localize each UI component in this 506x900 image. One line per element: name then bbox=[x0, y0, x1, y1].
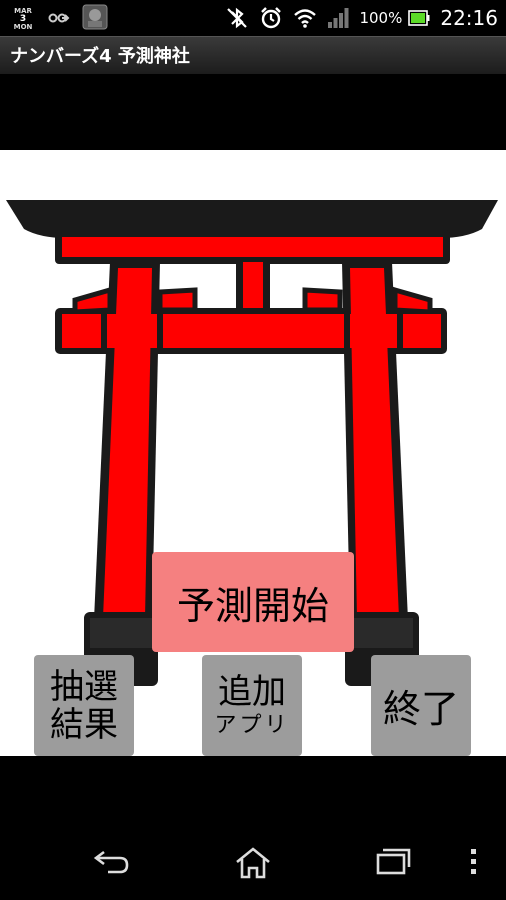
menu-icon[interactable] bbox=[468, 846, 478, 876]
alarm-icon bbox=[259, 6, 283, 30]
start-prediction-button[interactable]: 予測開始 bbox=[152, 552, 354, 652]
phone-screen: MAR 3 MON 100% 22:16 ナンバーズ4 予測神社 予測開始 抽選… bbox=[0, 0, 506, 900]
calendar-weekday: MON bbox=[13, 23, 33, 31]
app-notification-icon bbox=[82, 4, 108, 34]
navigation-bar bbox=[0, 756, 506, 900]
back-icon[interactable] bbox=[92, 846, 132, 876]
battery-percent: 100% bbox=[359, 9, 403, 27]
more-apps-label-line2: アプリ bbox=[214, 712, 290, 738]
battery-icon bbox=[408, 10, 430, 26]
recent-apps-icon[interactable] bbox=[374, 846, 412, 876]
more-apps-button[interactable]: 追加 アプリ bbox=[202, 655, 302, 756]
exit-label: 終了 bbox=[382, 687, 459, 731]
lottery-results-label-line1: 抽選 bbox=[50, 666, 118, 707]
start-prediction-label: 予測開始 bbox=[176, 583, 329, 628]
wifi-icon bbox=[293, 7, 317, 29]
exit-button[interactable]: 終了 bbox=[371, 655, 471, 756]
status-left: MAR 3 MON bbox=[10, 4, 108, 34]
lottery-results-label-line2: 結果 bbox=[50, 704, 118, 745]
status-right: 100% 22:16 bbox=[225, 3, 498, 33]
app-title: ナンバーズ4 予測神社 bbox=[10, 46, 190, 67]
app-title-bar: ナンバーズ4 予測神社 bbox=[0, 36, 506, 74]
clock: 22:16 bbox=[440, 6, 498, 30]
more-apps-label-line1: 追加 bbox=[218, 671, 286, 712]
calendar-icon: MAR 3 MON bbox=[10, 5, 36, 33]
lottery-results-button[interactable]: 抽選 結果 bbox=[34, 655, 134, 756]
status-bar: MAR 3 MON 100% 22:16 bbox=[0, 0, 506, 36]
home-icon[interactable] bbox=[234, 846, 272, 880]
bluetooth-off-icon bbox=[225, 6, 249, 30]
voicemail-icon bbox=[48, 10, 70, 29]
signal-icon bbox=[327, 7, 349, 29]
calendar-day: 3 bbox=[19, 14, 27, 24]
app-content: 予測開始 抽選 結果 追加 アプリ 終了 bbox=[0, 150, 506, 756]
